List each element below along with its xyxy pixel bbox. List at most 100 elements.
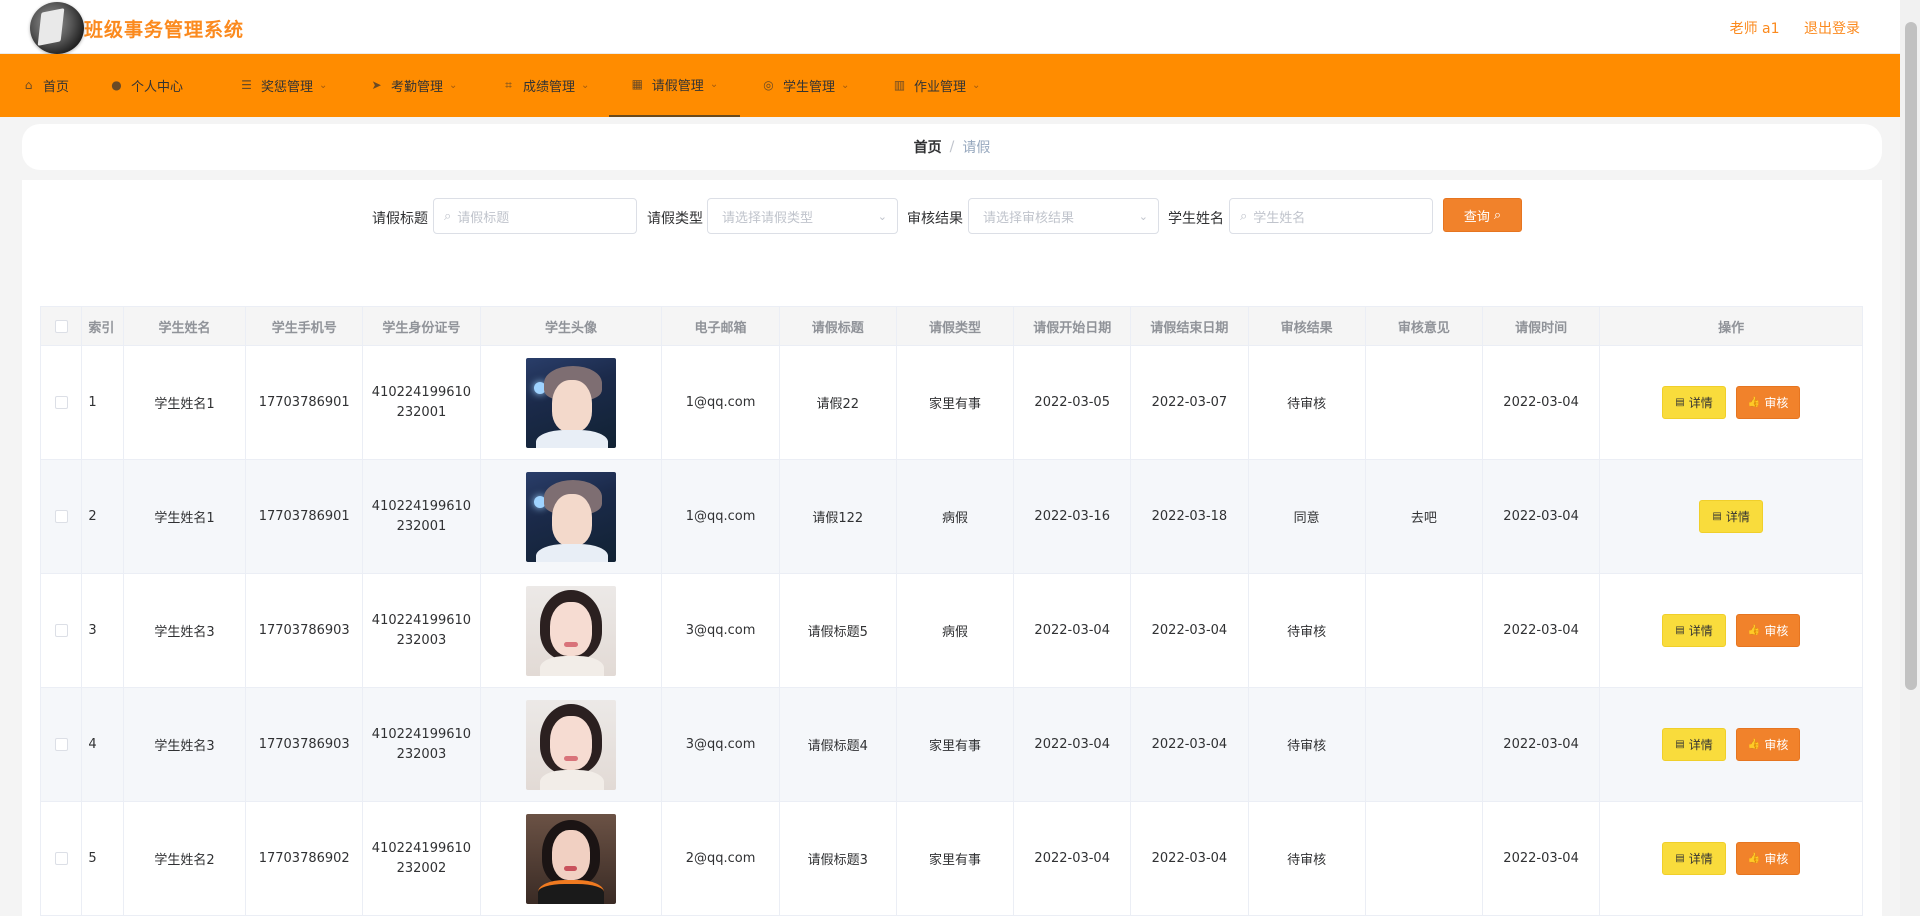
nav-item-rewards[interactable]: ☰ 奖惩管理 ⌄ [240,54,327,117]
document-icon: ▤ [1675,739,1685,750]
logout-link[interactable]: 退出登录 [1804,21,1860,37]
main-nav: ⌂ 首页 ● 个人中心 ☰ 奖惩管理 ⌄ ➤ 考勤管理 ⌄ ⌗ 成绩管理 ⌄ ▦… [0,54,1900,117]
detail-button[interactable]: ▤ 详情 [1662,728,1727,761]
column-header: 请假结束日期 [1130,306,1249,346]
row-select-cell[interactable] [39,459,83,574]
audit-button[interactable]: 👍 审核 [1736,386,1801,419]
detail-label: 详情 [1688,852,1713,866]
student-name-cell: 学生姓名1 [122,345,247,460]
breadcrumb-current: 请假 [962,140,991,156]
name-label: 学生姓名 [1168,211,1224,227]
nav-item-home[interactable]: ⌂ 首页 [22,54,69,117]
title-placeholder: 请假标题 [457,210,510,226]
query-button[interactable]: 查询 ⌕ [1443,198,1522,232]
title-label: 请假标题 [372,211,428,227]
result-cell: 同意 [1247,459,1366,574]
scrollbar-thumb[interactable] [1905,22,1917,690]
chevron-down-icon: ⌄ [449,80,458,91]
chevron-down-icon: ⌄ [581,80,590,91]
detail-label: 详情 [1688,738,1713,752]
row-select-cell[interactable] [39,345,83,460]
leave-title-cell: 请假标题4 [778,687,897,802]
name-search-input[interactable]: ⌕ 学生姓名 [1229,198,1433,234]
column-header: 索引 [81,306,124,346]
start-date-cell: 2022-03-16 [1013,459,1132,574]
email-cell: 2@qq.com [661,801,780,916]
thumb-up-icon: 👍 [1747,853,1761,864]
column-header: 电子邮箱 [661,306,780,346]
detail-button[interactable]: ▤ 详情 [1662,614,1727,647]
nav-item-profile[interactable]: ● 个人中心 [110,54,183,117]
id-card-cell: 410224199610232001 [362,459,481,574]
audit-button[interactable]: 👍 审核 [1736,728,1801,761]
leave-time-cell: 2022-03-04 [1481,345,1601,460]
document-icon: ▤ [1675,397,1685,408]
leave-title-cell: 请假标题5 [778,573,897,688]
home-icon: ⌂ [24,78,33,92]
avatar-cell [479,345,663,460]
nav-item-students[interactable]: ◎ 学生管理 ⌄ [762,54,849,117]
row-select-cell[interactable] [39,801,83,916]
row-checkbox[interactable] [54,510,68,523]
leave-type-cell: 家里有事 [895,345,1015,460]
column-header: 请假开始日期 [1013,306,1132,346]
leave-time-cell: 2022-03-04 [1481,573,1601,688]
chevron-down-icon: ⌄ [1138,209,1148,223]
nav-item-label: 奖惩管理 [261,80,314,95]
crop-icon: ⌗ [505,78,512,92]
detail-button[interactable]: ▤ 详情 [1699,500,1764,533]
row-checkbox[interactable] [54,396,68,409]
breadcrumb-home[interactable]: 首页 [914,137,942,157]
type-select[interactable]: 请选择请假类型 ⌄ [707,198,898,234]
end-date-cell: 2022-03-04 [1130,573,1249,688]
nav-item-grades[interactable]: ⌗ 成绩管理 ⌄ [502,54,589,117]
table-row: 1 学生姓名1 17703786901 410224199610232001 1… [39,345,1863,460]
nav-item-homework[interactable]: ▥ 作业管理 ⌄ [893,54,981,117]
result-select[interactable]: 请选择审核结果 ⌄ [968,198,1159,234]
leave-title-cell: 请假22 [778,345,897,460]
title-search-input[interactable]: ⌕ 请假标题 [433,198,637,234]
end-date-cell: 2022-03-07 [1130,345,1249,460]
result-cell: 待审核 [1247,345,1366,460]
column-header: 请假标题 [778,306,897,346]
page-scrollbar[interactable] [1900,0,1920,916]
select-all-cell[interactable] [39,306,83,346]
row-checkbox[interactable] [54,852,68,865]
row-select-cell[interactable] [39,573,83,688]
row-checkbox[interactable] [54,624,68,637]
search-icon: ⌕ [444,208,452,224]
table-row: 2 学生姓名1 17703786901 410224199610232001 1… [39,459,1863,574]
opinion-cell [1364,573,1483,688]
phone-cell: 17703786902 [245,801,364,916]
search-icon: ⌕ [1240,208,1248,224]
actions-cell: ▤ 详情 [1599,459,1863,574]
email-cell: 3@qq.com [661,573,780,688]
nav-item-attendance[interactable]: ➤ 考勤管理 ⌄ [370,54,457,117]
chevron-down-icon: ⌄ [709,79,719,90]
user-icon: ● [111,78,122,92]
student-name-cell: 学生姓名2 [122,801,247,916]
detail-button[interactable]: ▤ 详情 [1662,842,1727,875]
detail-button[interactable]: ▤ 详情 [1662,386,1727,419]
list-icon: ☰ [241,78,252,92]
avatar [525,813,616,904]
audit-button[interactable]: 👍 审核 [1736,842,1801,875]
row-checkbox[interactable] [54,738,68,751]
chevron-down-icon: ⌄ [319,80,328,91]
leave-title-cell: 请假标题3 [778,801,897,916]
phone-cell: 17703786901 [245,459,364,574]
avatar-cell [479,573,663,688]
breadcrumb: 首页 / 请假 [22,124,1882,170]
circle-icon: ◎ [763,78,774,92]
leave-type-cell: 家里有事 [895,687,1015,802]
table-row: 3 学生姓名3 17703786903 410224199610232003 3… [39,573,1863,688]
nav-item-leave[interactable]: ▦ 请假管理 ⌄ [609,54,740,117]
avatar-cell [479,459,663,574]
user-name-link[interactable]: 老师 a1 [1730,21,1780,37]
nav-item-label: 成绩管理 [523,80,576,95]
select-all-checkbox[interactable] [54,319,68,333]
phone-cell: 17703786903 [245,687,364,802]
audit-button[interactable]: 👍 审核 [1736,614,1801,647]
id-card-text: 410224199610232001 [371,384,472,420]
row-select-cell[interactable] [39,687,83,802]
